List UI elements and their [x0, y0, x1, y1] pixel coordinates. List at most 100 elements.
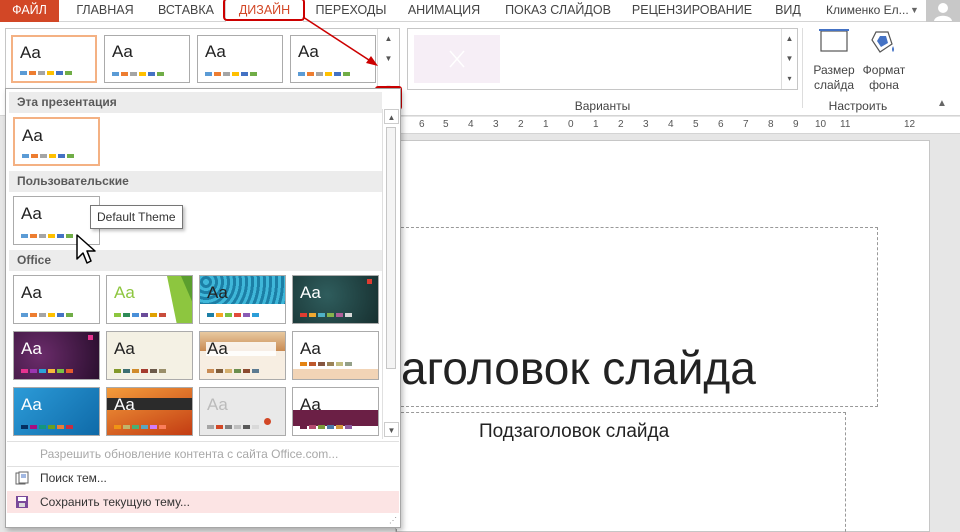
slide-canvas[interactable]: аголовок слайда Подзаголовок слайда: [395, 140, 930, 532]
ribbon-theme-thumb[interactable]: Aa: [290, 35, 376, 83]
scroll-thumb[interactable]: [386, 127, 396, 369]
ruler-number: 3: [493, 119, 499, 130]
variants-more-icon[interactable]: ▾: [781, 69, 797, 89]
variants-scroll-up-icon[interactable]: ▲: [781, 29, 797, 49]
section-header-office: Office: [9, 250, 382, 271]
theme-thumb-slice[interactable]: Aa: [13, 387, 100, 436]
tab-home[interactable]: ГЛАВНАЯ: [72, 0, 138, 22]
accent-dot: [264, 418, 271, 425]
color-swatches: [205, 72, 257, 76]
allow-office-updates-item: Разрешить обновление контента с сайта Of…: [40, 447, 339, 461]
theme-thumb-ion[interactable]: Aa: [13, 331, 100, 380]
theme-thumb-vapor[interactable]: Aa: [199, 387, 286, 436]
background-format-button[interactable]: Формат фона: [858, 26, 910, 93]
theme-thumb-pattern[interactable]: Aa: [199, 275, 286, 324]
ruler-number: 5: [443, 119, 449, 130]
slide-title[interactable]: аголовок слайда: [401, 341, 756, 395]
folder-icon: [15, 471, 29, 485]
ruler-number: 3: [643, 119, 649, 130]
accent-square: [88, 335, 93, 340]
section-header-custom: Пользовательские: [9, 171, 382, 192]
save-current-theme-label: Сохранить текущую тему...: [40, 495, 190, 509]
gallery-scroll-up-icon[interactable]: ▲: [377, 29, 399, 49]
theme-thumb-facet[interactable]: Aa: [106, 275, 193, 324]
customize-group-label: Настроить: [828, 99, 888, 113]
design-tab-highlight: [223, 0, 305, 21]
tab-slideshow[interactable]: ПОКАЗ СЛАЙДОВ: [500, 0, 616, 22]
ribbon-tab-bar: ФАЙЛ ГЛАВНАЯ ВСТАВКА ДИЗАЙН ПЕРЕХОДЫ АНИ…: [0, 0, 960, 23]
gallery-scroll-down-icon[interactable]: ▼: [377, 49, 399, 69]
ribbon-theme-thumb[interactable]: Aa: [197, 35, 283, 83]
user-name[interactable]: Клименко Ел...: [826, 0, 909, 22]
variants-scroll-down-icon[interactable]: ▼: [781, 49, 797, 69]
color-swatches: [22, 154, 74, 158]
theme-thumb-dark-teal[interactable]: Aa: [292, 275, 379, 324]
dropdown-scrollbar[interactable]: ▲ ▼: [382, 109, 399, 439]
color-swatches: [114, 425, 166, 429]
themes-dropdown: Эта презентация Aa Пользовательские Aa O…: [5, 88, 401, 528]
variants-gallery: ▲ ▼ ▾: [407, 28, 798, 90]
avatar[interactable]: [926, 0, 960, 22]
thumb-text: Aa: [298, 42, 319, 61]
accent-square: [367, 279, 372, 284]
ruler-number: 8: [768, 119, 774, 130]
variant-thumb[interactable]: [414, 35, 500, 83]
user-caret-icon[interactable]: ▼: [910, 0, 919, 22]
color-swatches: [112, 72, 164, 76]
theme-thumb-retrospect[interactable]: Aa: [292, 331, 379, 380]
color-swatches: [21, 313, 73, 317]
thumb-text: Aa: [300, 395, 321, 414]
thumb-text: Aa: [300, 339, 321, 358]
horizontal-ruler: 6 5 4 3 2 1 0 1 2 3 4 5 6 7 8 9 10 11 12: [400, 117, 960, 134]
color-swatches: [21, 234, 73, 238]
tab-transitions[interactable]: ПЕРЕХОДЫ: [312, 0, 390, 22]
ruler-number: 5: [693, 119, 699, 130]
tab-view[interactable]: ВИД: [768, 0, 808, 22]
save-current-theme-item[interactable]: Сохранить текущую тему...: [7, 491, 399, 513]
person-icon: [934, 3, 952, 21]
color-swatches: [298, 72, 350, 76]
ruler-number: 0: [568, 119, 574, 130]
scroll-up-icon[interactable]: ▲: [384, 109, 399, 124]
thumb-text: Aa: [207, 283, 228, 302]
theme-thumb-mesh[interactable]: Aa: [292, 387, 379, 436]
theme-thumb-current[interactable]: Aa: [13, 117, 100, 166]
color-swatches: [207, 313, 259, 317]
ruler-number: 12: [904, 119, 916, 130]
color-swatches: [207, 425, 259, 429]
tab-insert[interactable]: ВСТАВКА: [150, 0, 222, 22]
color-swatches: [20, 71, 72, 75]
thumb-text: Aa: [205, 42, 226, 61]
ribbon-theme-thumb[interactable]: Aa: [104, 35, 190, 83]
tab-review[interactable]: РЕЦЕНЗИРОВАНИЕ: [628, 0, 756, 22]
thumb-text: Aa: [21, 395, 42, 414]
thumb-text: Aa: [21, 339, 42, 358]
slide-subtitle[interactable]: Подзаголовок слайда: [479, 421, 669, 443]
mouse-cursor-icon: [76, 234, 96, 264]
theme-thumb-organic[interactable]: Aa: [106, 331, 193, 380]
browse-themes-item[interactable]: Поиск тем...: [7, 467, 399, 489]
ribbon-theme-thumb[interactable]: Aa: [11, 35, 97, 83]
slide-size-button[interactable]: Размер слайда: [808, 26, 860, 93]
color-swatches: [114, 313, 166, 317]
ruler-number: 10: [815, 119, 827, 130]
ruler-number: 11: [840, 119, 851, 130]
tab-animation[interactable]: АНИМАЦИЯ: [401, 0, 487, 22]
resize-grip-icon[interactable]: ⋰: [389, 516, 397, 525]
color-swatches: [300, 313, 352, 317]
color-swatches: [21, 425, 73, 429]
save-theme-icon: [16, 496, 28, 508]
tab-file[interactable]: ФАЙЛ: [0, 0, 59, 22]
thumb-text: Aa: [300, 283, 321, 302]
theme-thumb-wood[interactable]: Aa: [199, 331, 286, 380]
theme-thumb-berlin[interactable]: Aa: [106, 387, 193, 436]
theme-thumb-office[interactable]: Aa: [13, 275, 100, 324]
slide-size-label: Размер слайда: [813, 63, 855, 92]
thumb-text: Aa: [20, 43, 41, 62]
subtitle-placeholder[interactable]: Подзаголовок слайда: [396, 412, 846, 532]
ruler-number: 1: [593, 119, 599, 130]
collapse-ribbon-icon[interactable]: ▲: [937, 98, 947, 109]
variants-group-label: Варианты: [574, 99, 631, 113]
ruler-number: 4: [468, 119, 474, 130]
scroll-down-icon[interactable]: ▼: [384, 422, 399, 437]
